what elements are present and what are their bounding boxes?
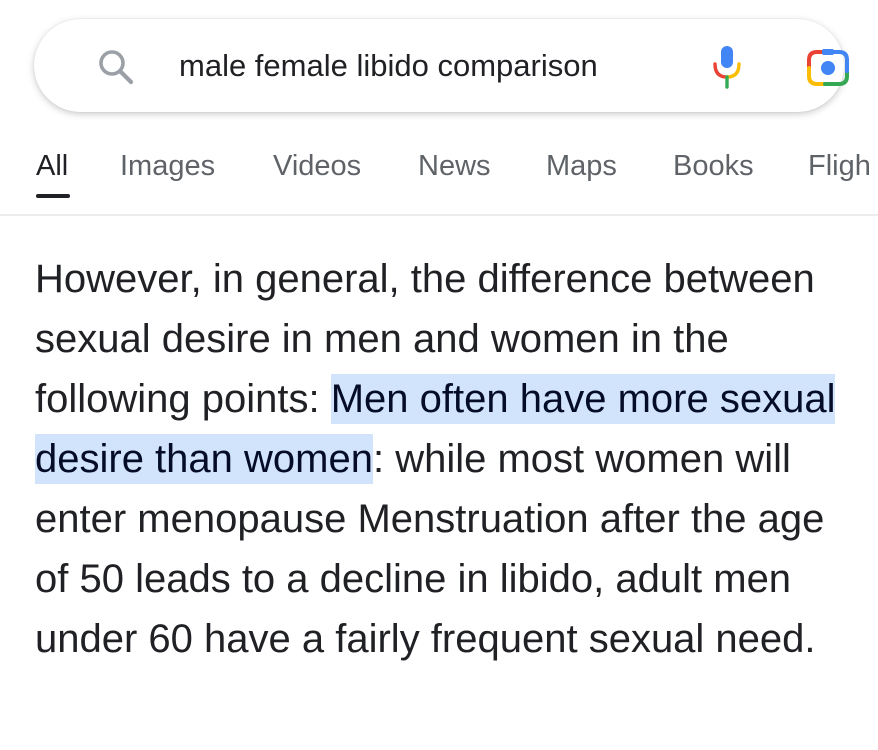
active-tab-indicator <box>36 194 70 198</box>
tabs-divider <box>0 214 878 216</box>
tab-videos[interactable]: Videos <box>273 150 361 183</box>
search-input[interactable] <box>179 45 669 87</box>
google-lens-icon[interactable] <box>805 47 851 89</box>
tab-flights[interactable]: Fligh <box>808 150 871 183</box>
search-icon[interactable] <box>96 47 136 87</box>
tab-books[interactable]: Books <box>673 150 754 183</box>
search-tabs: All Images Videos News Maps Books Fligh <box>0 140 878 216</box>
search-bar[interactable] <box>34 19 849 112</box>
tab-images[interactable]: Images <box>120 150 215 183</box>
tab-all[interactable]: All <box>36 150 68 183</box>
microphone-icon[interactable] <box>710 44 744 90</box>
tab-news[interactable]: News <box>418 150 491 183</box>
featured-snippet-text: However, in general, the difference betw… <box>35 249 865 669</box>
search-results-page: All Images Videos News Maps Books Fligh … <box>0 0 878 750</box>
tab-maps[interactable]: Maps <box>546 150 617 183</box>
